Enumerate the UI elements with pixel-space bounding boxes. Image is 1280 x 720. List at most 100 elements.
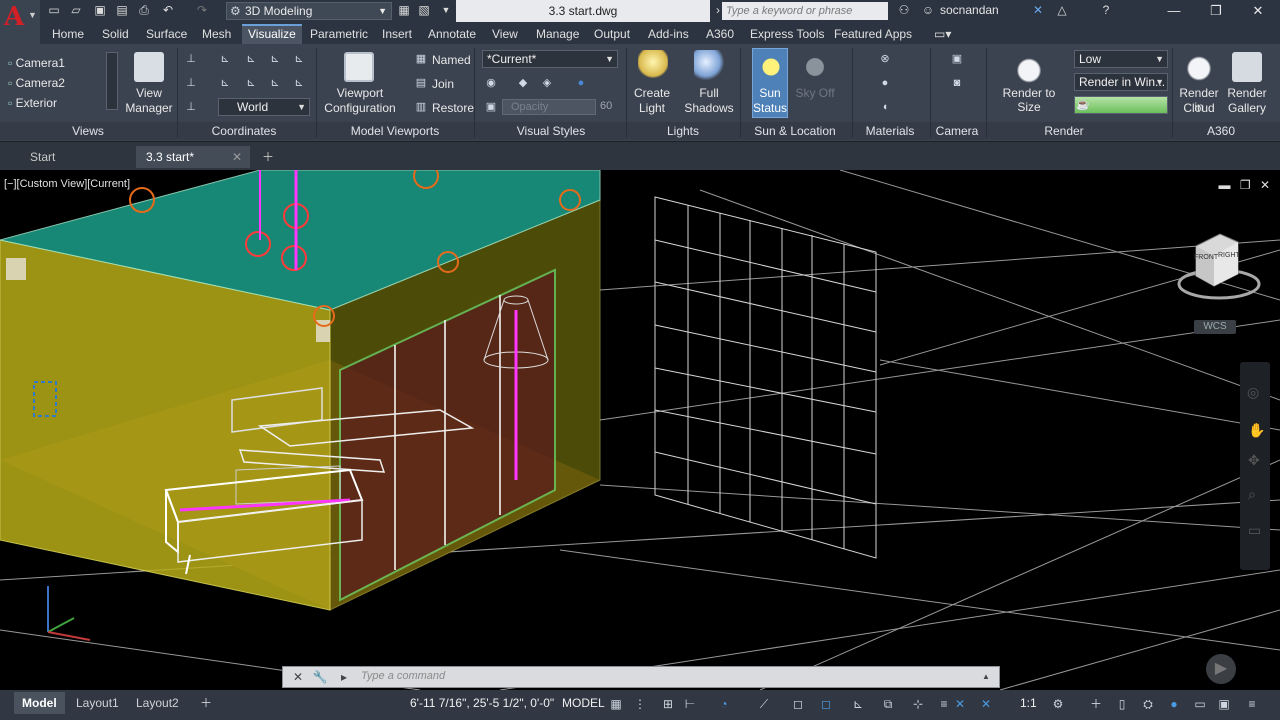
- viewport-config-label-1[interactable]: Viewport: [320, 86, 400, 100]
- restore-viewports-icon[interactable]: ▥: [414, 100, 428, 114]
- ucs-object-icon[interactable]: ⊾: [244, 76, 258, 90]
- tab-mesh[interactable]: Mesh: [196, 24, 237, 44]
- add-layout-button[interactable]: ＋: [192, 692, 220, 714]
- command-input[interactable]: Type a command: [361, 670, 445, 682]
- coordinate-display[interactable]: 6'-11 7/16", 25'-5 1/2", 0'-0": [410, 696, 554, 710]
- materials-attach-icon[interactable]: ●: [878, 76, 892, 90]
- pan-icon[interactable]: ✋: [1248, 422, 1265, 439]
- viewport-configuration-icon[interactable]: [344, 52, 374, 82]
- clean-screen-icon[interactable]: ●: [1166, 696, 1182, 712]
- orbit-icon[interactable]: ✥: [1248, 452, 1260, 469]
- auto-scale-icon[interactable]: ✕: [978, 696, 994, 712]
- close-icon[interactable]: ✕: [1238, 0, 1278, 22]
- edge-style-icon[interactable]: ◉: [484, 76, 498, 90]
- views-scrollbar[interactable]: [106, 52, 118, 110]
- ucs-view-icon[interactable]: ⊾: [218, 76, 232, 90]
- material-mapping-icon[interactable]: ◖: [878, 100, 892, 114]
- view-manager-label-1[interactable]: View: [128, 86, 170, 100]
- viewport-config-label-2[interactable]: Configuration: [318, 101, 402, 115]
- view-item-camera1[interactable]: ▫ Camera1: [8, 56, 65, 70]
- showmotion-icon[interactable]: ▭: [1248, 522, 1261, 539]
- tab-output[interactable]: Output: [588, 24, 636, 44]
- infer-constraints-icon[interactable]: ⊞: [660, 696, 676, 712]
- tab-home[interactable]: Home: [46, 24, 90, 44]
- redo-icon[interactable]: ↷: [194, 3, 210, 18]
- dynamic-ucs-icon[interactable]: ⊾: [850, 696, 866, 712]
- show-cameras-icon[interactable]: ◙: [950, 76, 964, 90]
- ucs-previous-icon[interactable]: ⊥: [184, 76, 198, 90]
- tab-featured-apps[interactable]: Featured Apps: [828, 24, 918, 44]
- osnap-tracking-icon[interactable]: ⟋: [756, 696, 772, 712]
- tab-manage[interactable]: Manage: [530, 24, 585, 44]
- graphics-performance-icon[interactable]: ▭: [1192, 696, 1208, 712]
- osnap-icon[interactable]: ◻: [790, 696, 806, 712]
- undo-icon[interactable]: ↶: [160, 3, 176, 18]
- full-shadows-icon[interactable]: [694, 50, 724, 80]
- search-input[interactable]: Type a keyword or phrase: [722, 2, 888, 20]
- view-item-camera2[interactable]: ▫ Camera2: [8, 76, 65, 90]
- new-file-icon[interactable]: ▭: [46, 3, 62, 18]
- tab-a360[interactable]: A360: [700, 24, 740, 44]
- user-icon[interactable]: ☺: [920, 3, 936, 18]
- ucs-origin-icon[interactable]: ⊾: [244, 52, 258, 66]
- match-properties-icon[interactable]: ▧: [416, 3, 432, 18]
- tab-surface[interactable]: Surface: [140, 24, 193, 44]
- zoom-icon[interactable]: ⌕: [1248, 486, 1256, 503]
- file-tab-current[interactable]: 3.3 start* ✕: [136, 146, 250, 168]
- ucs-x-icon[interactable]: ⊾: [292, 52, 306, 66]
- polar-icon[interactable]: ◔: [716, 696, 732, 712]
- join-button[interactable]: Join: [432, 77, 454, 91]
- xray-mode-icon[interactable]: ▣: [484, 100, 498, 114]
- restore-icon[interactable]: ❐: [1196, 0, 1236, 22]
- gizmo-icon[interactable]: ⊹: [910, 696, 926, 712]
- full-shadows-label-1[interactable]: Full: [684, 86, 734, 100]
- steering-wheel-icon[interactable]: ◎: [1247, 384, 1259, 401]
- render-quality-dropdown[interactable]: Low ▼: [1074, 50, 1168, 68]
- hardware-acceleration-icon[interactable]: ⛭: [1140, 696, 1156, 712]
- status-customize-icon[interactable]: ▣: [1216, 696, 1232, 712]
- render-in-cloud-label-2[interactable]: Cloud: [1174, 101, 1224, 115]
- layout-tab-layout1[interactable]: Layout1: [68, 692, 127, 714]
- restore-button[interactable]: Restore: [432, 101, 474, 115]
- viewcube-front-label[interactable]: FRONT: [1194, 254, 1218, 261]
- customize-icon[interactable]: 🔧: [311, 669, 329, 685]
- tab-add-ins[interactable]: Add-ins: [642, 24, 695, 44]
- open-file-icon[interactable]: ▱: [68, 3, 84, 18]
- opacity-value[interactable]: 60: [600, 100, 618, 112]
- ucs-icon[interactable]: ⊥: [184, 52, 198, 66]
- viewcube-right-label[interactable]: RIGHT: [1218, 252, 1240, 259]
- render-gallery-label-2[interactable]: Gallery: [1224, 101, 1270, 115]
- snap-icon[interactable]: ⋮: [632, 696, 648, 712]
- create-light-icon[interactable]: [638, 50, 668, 80]
- help-icon[interactable]: ?: [1098, 3, 1114, 18]
- opacity-slider[interactable]: Opacity: [502, 99, 596, 115]
- close-icon[interactable]: ✕: [289, 669, 307, 685]
- add-icon[interactable]: ＋: [1088, 696, 1104, 712]
- user-name[interactable]: socnandan: [940, 3, 999, 17]
- binoculars-icon[interactable]: ⚇: [896, 3, 912, 18]
- minimize-icon[interactable]: ▬: [1218, 178, 1230, 192]
- play-icon[interactable]: ▶: [1206, 654, 1236, 684]
- render-in-dropdown[interactable]: Render in Win... ▼: [1074, 73, 1168, 91]
- save-as-icon[interactable]: ▤: [114, 3, 130, 18]
- ucs-face-icon[interactable]: ⊾: [268, 76, 282, 90]
- isolate-icon[interactable]: ▯: [1114, 696, 1130, 712]
- ucs-3point-icon[interactable]: ⊾: [268, 52, 282, 66]
- render-in-cloud-icon[interactable]: [1184, 52, 1214, 82]
- tab-solid[interactable]: Solid: [96, 24, 135, 44]
- drawing-viewport[interactable]: [−][Custom View][Current] ▬ ❐ ✕ FRONT RI…: [0, 170, 1280, 690]
- view-manager-label-2[interactable]: Manager: [122, 101, 176, 115]
- render-to-size-label[interactable]: Render to Size: [990, 86, 1068, 114]
- workspace-switch-icon[interactable]: ⚙: [1050, 696, 1066, 712]
- save-icon[interactable]: ▣: [92, 3, 108, 18]
- ucs-world-icon[interactable]: ⊾: [218, 52, 232, 66]
- viewcube[interactable]: FRONT RIGHT: [1176, 230, 1262, 310]
- recent-commands-icon[interactable]: ▸: [335, 669, 353, 685]
- tab-visualize[interactable]: Visualize: [242, 24, 302, 44]
- model-space-toggle[interactable]: MODEL: [562, 696, 605, 710]
- view-item-exterior[interactable]: ▫ Exterior: [8, 96, 57, 110]
- join-viewports-icon[interactable]: ▤: [414, 76, 428, 90]
- command-line[interactable]: ✕ 🔧 ▸ Type a command ▲: [282, 666, 1000, 688]
- render-to-size-icon[interactable]: [1014, 54, 1044, 84]
- ortho-icon[interactable]: ⊢: [682, 696, 698, 712]
